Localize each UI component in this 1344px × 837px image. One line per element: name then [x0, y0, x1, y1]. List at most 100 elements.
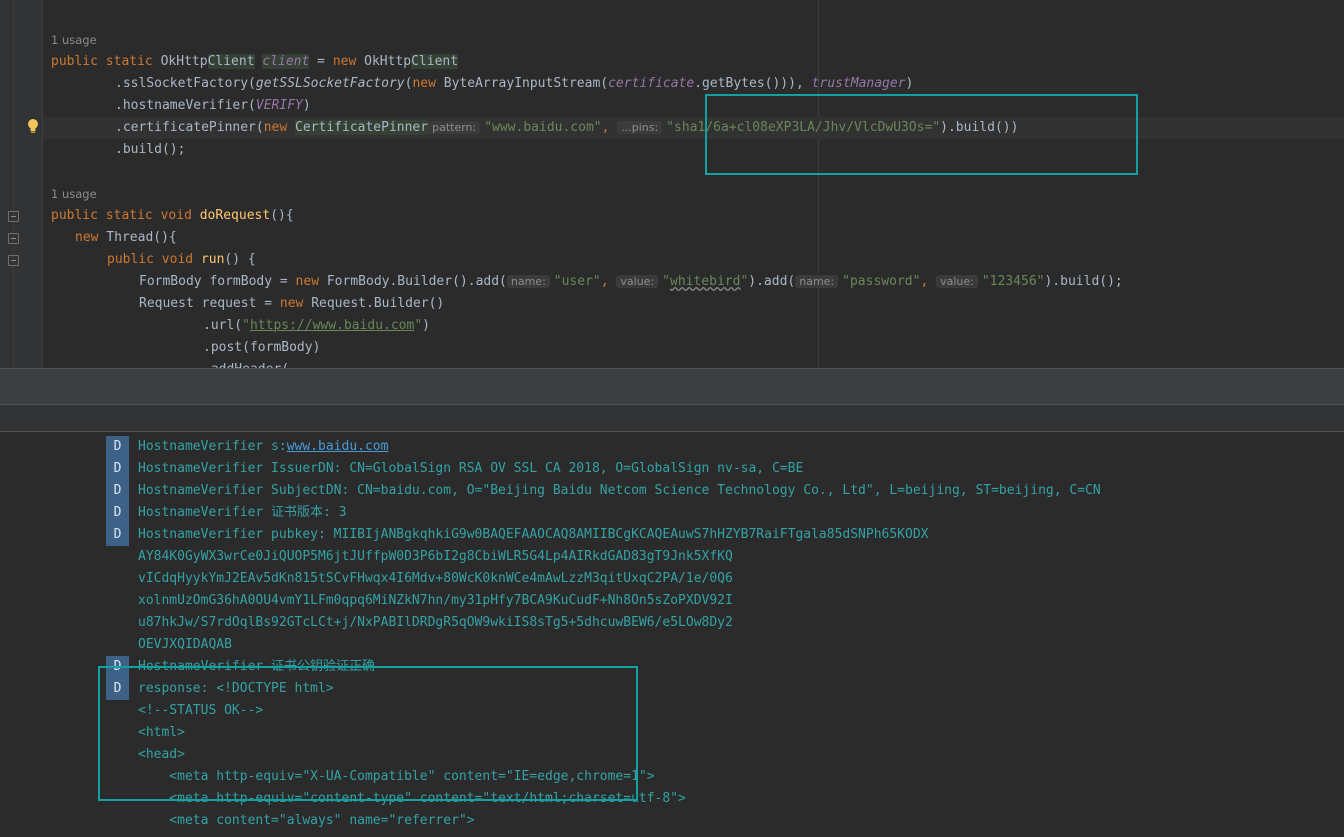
indent-guide: [13, 0, 14, 368]
code-text: Request.Builder(): [303, 296, 445, 311]
right-margin-guide: [818, 0, 819, 368]
log-line: xolnmUzOmG36hA0OU4vmY1LFm0qpq6MiNZkN7hn/…: [138, 593, 733, 608]
log-level-badge: D: [106, 502, 129, 524]
code-text: ).add(: [748, 274, 796, 289]
usage-hint[interactable]: 1 usage: [51, 29, 97, 51]
log-line: HostnameVerifier s:www.baidu.com: [138, 436, 388, 458]
code-line-doRequest[interactable]: public static void doRequest(){: [51, 205, 294, 227]
code-text: OkHttp: [356, 54, 412, 69]
string-literal: ": [662, 274, 670, 289]
log-line: <html>: [138, 725, 185, 740]
keyword: void: [160, 208, 192, 223]
string-literal: ": [414, 318, 423, 333]
log-url-link[interactable]: www.baidu.com: [287, 439, 389, 454]
field-name: certificate: [608, 76, 695, 91]
type-highlight: Client: [411, 54, 459, 69]
code-text: () {: [224, 252, 256, 267]
code-text: ,: [600, 274, 617, 289]
field-name: client: [262, 54, 310, 69]
code-text: FormBody.Builder().add(: [319, 274, 507, 289]
param-hint: ...pins:: [617, 121, 663, 134]
keyword: new: [279, 296, 304, 311]
code-line-ssl[interactable]: .sslSocketFactory(getSSLSocketFactory(ne…: [115, 73, 913, 95]
lightbulb-icon[interactable]: [27, 118, 39, 134]
editor-gutter: [0, 0, 42, 368]
code-text: .sslSocketFactory(: [115, 76, 256, 91]
code-text: ByteArrayInputStream(: [435, 76, 609, 91]
code-text: =: [309, 54, 333, 69]
code-line-request[interactable]: Request request = new Request.Builder(): [139, 293, 444, 315]
code-line-formbody[interactable]: FormBody formBody = new FormBody.Builder…: [139, 271, 1123, 293]
code-text: ).build()): [940, 120, 1019, 135]
tool-window-header[interactable]: [0, 368, 1344, 404]
param-hint: name:: [506, 275, 550, 288]
fold-icon[interactable]: [8, 233, 19, 244]
log-level-badge: D: [106, 458, 129, 480]
method-name: doRequest: [199, 208, 271, 223]
log-text: HostnameVerifier s:: [138, 439, 287, 454]
method-name: run: [200, 252, 225, 267]
log-level-badge: D: [106, 656, 129, 678]
code-text: .certificatePinner(: [115, 120, 264, 135]
log-level-badge: D: [106, 678, 129, 700]
code-line-thread[interactable]: new Thread(){: [75, 227, 177, 249]
keyword: new: [295, 274, 320, 289]
logcat-output[interactable]: D HostnameVerifier s:www.baidu.com D Hostna…: [0, 432, 1344, 837]
type-highlight: Client: [207, 54, 255, 69]
code-text: FormBody formBody =: [139, 274, 296, 289]
field-name: trustManager: [811, 76, 906, 91]
log-line: <meta content="always" name="referrer">: [138, 813, 475, 828]
param-hint: name:: [795, 275, 839, 288]
log-line: <head>: [138, 747, 185, 762]
string-literal: "user": [553, 274, 601, 289]
code-text: Request request =: [139, 296, 280, 311]
code-line-pinner[interactable]: .certificatePinner(new CertificatePinner…: [115, 117, 1018, 139]
param-hint: value:: [936, 275, 978, 288]
code-editor[interactable]: 1 usage public static OkHttpClient clien…: [0, 0, 1344, 368]
code-text: .hostnameVerifier(: [115, 98, 256, 113]
keyword: public: [51, 208, 98, 223]
code-line-client[interactable]: public static OkHttpClient client = new …: [51, 51, 459, 73]
code-text: .getBytes())),: [694, 76, 812, 91]
code-line-hostname[interactable]: .hostnameVerifier(VERIFY): [115, 95, 311, 117]
log-line: OEVJXQIDAQAB: [138, 637, 232, 652]
url-link[interactable]: https://www.baidu.com: [250, 318, 414, 333]
logcat-toolbar[interactable]: [0, 404, 1344, 432]
code-line-run[interactable]: public void run() {: [107, 249, 256, 271]
method-call: getSSLSocketFactory: [255, 76, 405, 91]
log-level-badge: D: [106, 480, 129, 502]
code-text: ).build();: [1044, 274, 1123, 289]
keyword: public: [51, 54, 98, 69]
log-line: HostnameVerifier 证书版本: 3: [138, 505, 347, 520]
keyword: static: [105, 208, 153, 223]
string-literal: "123456": [981, 274, 1045, 289]
code-line-addheader[interactable]: .addHeader(: [203, 359, 289, 368]
code-line-post[interactable]: .post(formBody): [203, 337, 320, 359]
code-text: ,: [920, 274, 937, 289]
string-literal: "sha1/6a+cl08eXP3LA/Jhv/VlcDwU3Os=": [666, 120, 941, 135]
log-level-badge: D: [106, 436, 129, 458]
string-literal: "www.baidu.com": [484, 120, 602, 135]
log-line: response: <!DOCTYPE html>: [138, 681, 334, 696]
keyword: new: [75, 230, 99, 245]
code-text: Thread(){: [98, 230, 177, 245]
string-literal: ": [242, 318, 250, 333]
type-name: OkHttp: [160, 54, 208, 69]
log-level-badge: D: [106, 524, 129, 546]
code-text: ): [905, 76, 914, 91]
code-line-build[interactable]: .build();: [115, 139, 185, 161]
code-text: ,: [601, 120, 610, 135]
fold-icon[interactable]: [8, 255, 19, 266]
code-text: .url(: [203, 318, 243, 333]
keyword: static: [105, 54, 153, 69]
log-line: HostnameVerifier SubjectDN: CN=baidu.com…: [138, 483, 1101, 498]
gutter-divider: [42, 0, 43, 368]
fold-icon[interactable]: [8, 211, 19, 222]
keyword: public: [107, 252, 154, 267]
param-hint: pattern:: [428, 121, 481, 134]
log-line: HostnameVerifier IssuerDN: CN=GlobalSign…: [138, 461, 804, 476]
usage-hint[interactable]: 1 usage: [51, 183, 97, 205]
keyword: new: [263, 120, 288, 135]
code-line-url[interactable]: .url("https://www.baidu.com"): [203, 315, 430, 337]
